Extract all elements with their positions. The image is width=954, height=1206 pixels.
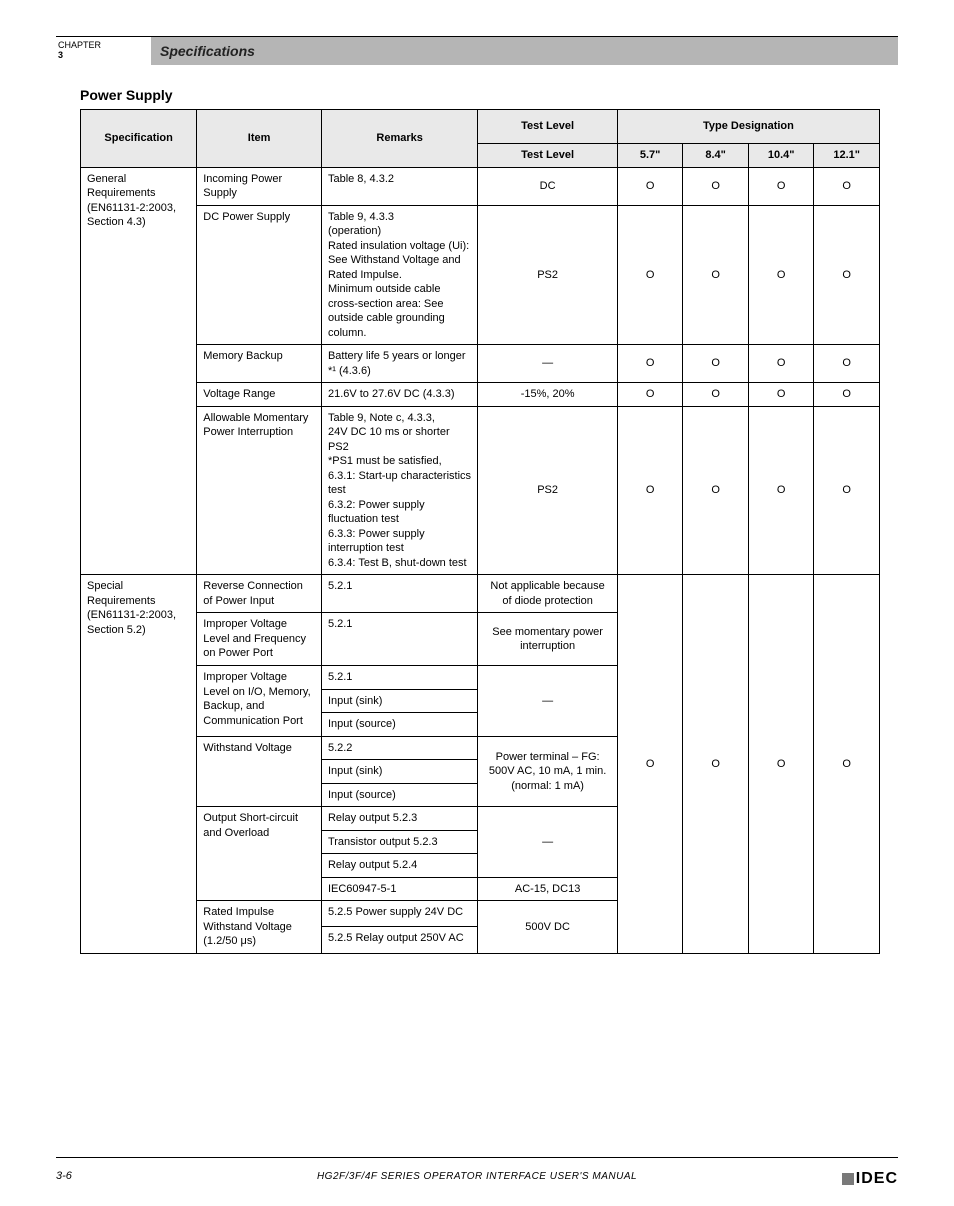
th-type-1: 8.4" [683,144,749,168]
cell: O [748,383,814,407]
cell: O [748,575,814,953]
cell: O [814,383,880,407]
th-type-2: 10.4" [748,144,814,168]
chapter-box: CHAPTER 3 [56,37,152,65]
remarks-cell: Relay output 5.2.3 [321,807,477,831]
remarks-cell: 5.2.5 Power supply 24V DC [321,901,477,927]
cell: O [814,345,880,383]
cell: O [748,345,814,383]
remarks-cell: IEC60947-5-1 [321,877,477,901]
cell: O [617,205,683,345]
remarks-cell: 5.2.1 [321,613,477,666]
test-level-cell: DC [478,167,618,205]
cell: O [683,205,749,345]
remarks-cell: Table 9, Note c, 4.3.3, 24V DC 10 ms or … [321,406,477,575]
remarks-cell: 21.6V to 27.6V DC (4.3.3) [321,383,477,407]
logo-square-icon [842,1173,854,1185]
chapter-number: 3 [58,51,151,61]
test-level-cell: 500V DC [478,901,618,954]
header-title-strip: Specifications [152,37,898,65]
cell: O [617,406,683,575]
cell: O [748,205,814,345]
test-level-cell: -15%, 20% [478,383,618,407]
test-level-cell: Power terminal – FG: 500V AC, 10 mA, 1 m… [478,736,618,807]
remarks-cell: 5.2.2 [321,736,477,760]
cell: O [814,575,880,953]
section-title: Power Supply [80,87,898,103]
test-level-cell: AC-15, DC13 [478,877,618,901]
cell: O [814,167,880,205]
cell: O [683,383,749,407]
test-level-cell: — [478,345,618,383]
test-level-cell: Not applicable because of diode protecti… [478,575,618,613]
remarks-cell: Relay output 5.2.4 [321,854,477,878]
th-type-designation: Type Designation [617,110,879,144]
footer-center-text: HG2F/3F/4F SERIES OPERATOR INTERFACE USE… [0,1171,954,1182]
test-level-cell: PS2 [478,205,618,345]
remarks-cell: Table 8, 4.3.2 [321,167,477,205]
remarks-cell: Battery life 5 years or longer *¹ (4.3.6… [321,345,477,383]
header-title: Specifications [160,43,255,59]
th-test-level-sub: Test Level [478,144,618,168]
test-level-cell: — [478,807,618,878]
spec-cell: General Requirements (EN61131-2:2003, Se… [81,167,197,575]
item-cell: Withstand Voltage [197,736,322,807]
cell: O [814,205,880,345]
cell: O [814,406,880,575]
th-test-level: Test Level [478,110,618,144]
remarks-cell: Table 9, 4.3.3 (operation) Rated insulat… [321,205,477,345]
item-cell: Voltage Range [197,383,322,407]
item-cell: Improper Voltage Level on I/O, Memory, B… [197,665,322,736]
logo-text: IDEC [856,1170,898,1188]
remarks-cell: Input (sink) [321,689,477,713]
item-cell: Reverse Connection of Power Input [197,575,322,613]
item-cell: Output Short-circuit and Overload [197,807,322,901]
cell: O [748,406,814,575]
idec-logo: IDEC [842,1170,898,1188]
remarks-cell: 5.2.1 [321,665,477,689]
remarks-cell: Input (sink) [321,760,477,784]
cell: O [683,345,749,383]
remarks-cell: Input (source) [321,783,477,807]
cell: O [683,575,749,953]
item-cell: Incoming Power Supply [197,167,322,205]
cell: O [683,406,749,575]
test-level-cell: PS2 [478,406,618,575]
item-cell: Allowable Momentary Power Interruption [197,406,322,575]
cell: O [617,345,683,383]
test-level-cell: See momentary power interruption [478,613,618,666]
th-remarks: Remarks [321,110,477,168]
th-spec: Specification [81,110,197,168]
spec-cell: Special Requirements (EN61131-2:2003, Se… [81,575,197,953]
cell: O [617,575,683,953]
remarks-cell: Transistor output 5.2.3 [321,830,477,854]
item-cell: Rated Impulse Withstand Voltage (1.2/50 … [197,901,322,954]
remarks-cell: 5.2.1 [321,575,477,613]
cell: O [683,167,749,205]
remarks-cell: 5.2.5 Relay output 250V AC [321,927,477,953]
th-item: Item [197,110,322,168]
footer-rule [56,1157,898,1158]
remarks-cell: Input (source) [321,713,477,737]
th-type-3: 12.1" [814,144,880,168]
item-cell: Improper Voltage Level and Frequency on … [197,613,322,666]
page-header: CHAPTER 3 Specifications [56,37,898,65]
item-cell: Memory Backup [197,345,322,383]
cell: O [617,383,683,407]
th-type-0: 5.7" [617,144,683,168]
chapter-label: CHAPTER [58,41,151,51]
cell: O [617,167,683,205]
item-cell: DC Power Supply [197,205,322,345]
test-level-cell: — [478,665,618,736]
cell: O [748,167,814,205]
power-supply-table: Specification Item Remarks Test Level Ty… [80,109,880,954]
